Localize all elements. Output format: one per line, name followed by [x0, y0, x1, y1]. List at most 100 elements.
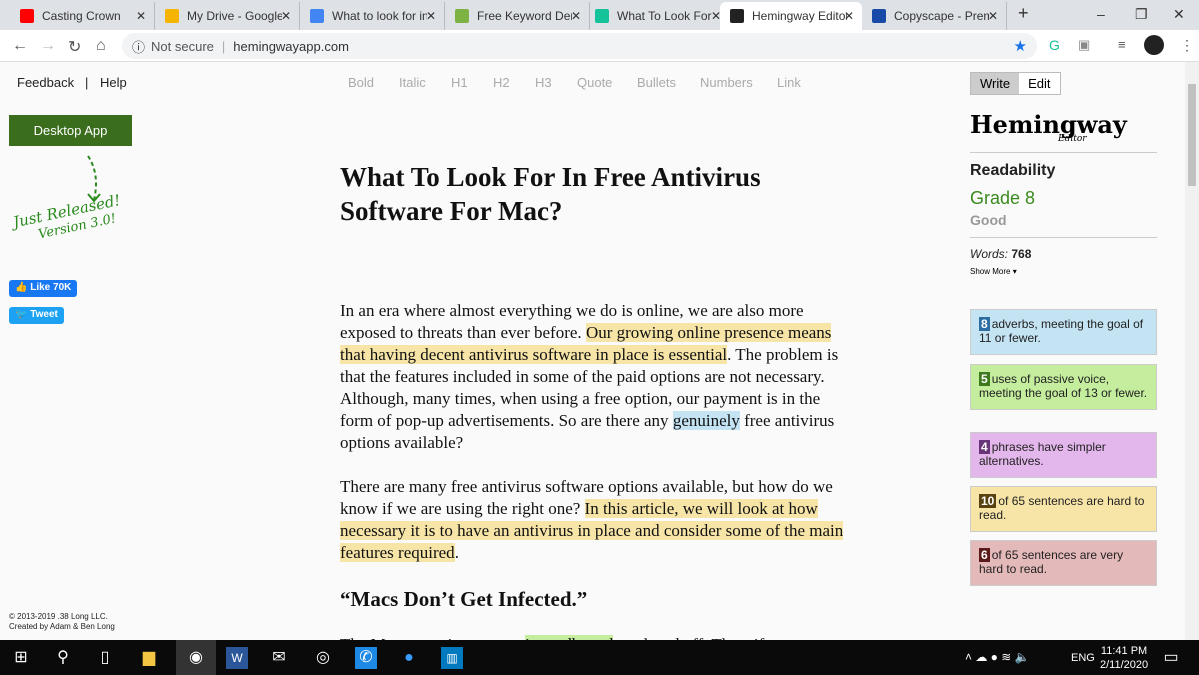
close-tab-icon[interactable]: ✕: [426, 9, 436, 23]
whatsapp-icon[interactable]: ✆: [355, 647, 377, 669]
maximize-button[interactable]: ❐: [1135, 6, 1148, 23]
tab-label: What to look for in: [332, 9, 427, 23]
format-quote-button[interactable]: Quote: [577, 75, 612, 90]
bookmark-star-icon[interactable]: ★: [1014, 37, 1027, 55]
help-link[interactable]: Help: [100, 75, 127, 90]
app-icon[interactable]: ◎: [312, 647, 334, 669]
security-label: Not secure: [151, 38, 214, 54]
taskbar: ⊞ ⚲ ▯ ▆ ◉ W ✉ ◎ ✆ ● ▥ ˄ ☁ ● ≋ 🔈 ENG 11:4…: [0, 640, 1199, 675]
stat-count: 8: [979, 317, 990, 331]
browser-tab[interactable]: What To Look For ✕: [585, 2, 730, 30]
menu-icon[interactable]: ⋮: [1180, 37, 1194, 54]
grade-value: Grade 8: [970, 188, 1036, 208]
stat-count: 5: [979, 372, 990, 386]
hemingway-icon: [730, 9, 744, 23]
messenger-icon[interactable]: ●: [398, 647, 420, 669]
readability-heading: Readability: [970, 162, 1056, 179]
forward-icon[interactable]: →: [40, 37, 56, 55]
close-tab-icon[interactable]: ✕: [281, 9, 291, 23]
search-icon[interactable]: ⚲: [52, 647, 74, 669]
task-view-icon[interactable]: ▯: [94, 647, 116, 669]
hemingway-page: Feedback | Help Bold Italic H1 H2 H3 Quote Bul…: [0, 62, 1185, 640]
file-explorer-icon[interactable]: ▆: [138, 647, 160, 669]
grade-label: Good: [970, 212, 1007, 228]
feedback-link[interactable]: Feedback: [17, 75, 74, 90]
release-note: Just Released! Version 3.0!: [11, 191, 122, 243]
words-label: Words:: [970, 247, 1009, 261]
format-link-button[interactable]: Link: [777, 75, 801, 90]
tab-label: Free Keyword Den: [477, 9, 572, 23]
stat-card: 6 of 65 sentences are very hard to read.: [970, 540, 1157, 586]
editor-area[interactable]: What To Look For In Free Antivirus Softw…: [340, 160, 855, 640]
info-icon: ⓘ: [132, 39, 146, 55]
mode-toggle: Write Edit: [970, 72, 1061, 95]
copyscape-icon: [872, 9, 886, 23]
scrollbar[interactable]: [1185, 62, 1199, 640]
minimize-button[interactable]: –: [1097, 6, 1105, 22]
media-icon[interactable]: ≡: [1118, 37, 1126, 52]
stat-count: 6: [979, 548, 990, 562]
close-tab-icon[interactable]: ✕: [844, 9, 854, 23]
stat-text: adverbs, meeting the goal of 11 or fewer…: [979, 317, 1144, 345]
stat-text: phrases have simpler alternatives.: [979, 440, 1106, 468]
home-icon[interactable]: ⌂: [96, 37, 106, 55]
stat-text: uses of passive voice, meeting the goal …: [979, 372, 1148, 400]
edit-mode-button[interactable]: Edit: [1019, 73, 1060, 94]
tab-label: Casting Crown: [42, 9, 121, 23]
tray-icons[interactable]: ˄ ☁ ● ≋ 🔈: [965, 650, 1030, 664]
keyword-icon: [455, 9, 469, 23]
chrome-icon[interactable]: ◉: [176, 640, 216, 675]
tab-label: What To Look For: [617, 9, 712, 23]
browser-tab[interactable]: Free Keyword Den ✕: [445, 2, 590, 30]
browser-tab[interactable]: Casting Crown ✕: [10, 2, 155, 30]
desktop-app-button[interactable]: Desktop App: [9, 115, 132, 146]
browser-tab[interactable]: Hemingway Editor ✕: [720, 2, 862, 30]
browser-tab[interactable]: My Drive - Google ✕: [155, 2, 300, 30]
reload-icon[interactable]: ↻: [68, 37, 81, 57]
tab-label: Hemingway Editor: [752, 9, 847, 23]
document-title: What To Look For In Free Antivirus Softw…: [340, 162, 761, 226]
format-bullets-button[interactable]: Bullets: [637, 75, 676, 90]
authors-link[interactable]: Adam & Ben Long: [50, 622, 115, 631]
format-italic-button[interactable]: Italic: [399, 75, 426, 90]
trello-icon[interactable]: ▥: [441, 647, 463, 669]
write-mode-button[interactable]: Write: [971, 73, 1020, 94]
close-tab-icon[interactable]: ✕: [571, 9, 581, 23]
browser-tab[interactable]: What to look for in ✕: [300, 2, 445, 30]
copyright: © 2013-2019 .38 Long LLC. Created by Adam…: [9, 612, 115, 631]
url-text: hemingwayapp.com: [233, 38, 349, 54]
stat-count: 10: [979, 494, 997, 508]
show-more-button[interactable]: Show More ▾: [970, 267, 1157, 276]
close-tab-icon[interactable]: ✕: [136, 9, 146, 23]
profile-avatar[interactable]: [1144, 35, 1164, 55]
adverb-highlight: genuinely: [672, 411, 740, 430]
tweet-button[interactable]: 🐦 Tweet: [9, 307, 64, 324]
format-h2-button[interactable]: H2: [493, 75, 510, 90]
windows-start-icon[interactable]: ⊞: [10, 647, 32, 669]
docs-icon: [310, 9, 324, 23]
format-h1-button[interactable]: H1: [451, 75, 468, 90]
format-h3-button[interactable]: H3: [535, 75, 552, 90]
browser-tab[interactable]: Copyscape - Prem ✕: [862, 2, 1007, 30]
grammarly-extension-icon[interactable]: G: [1049, 37, 1060, 53]
format-bold-button[interactable]: Bold: [348, 75, 374, 90]
back-icon[interactable]: ←: [12, 37, 28, 55]
stat-card: 4 phrases have simpler alternatives.: [970, 432, 1157, 478]
stat-count: 4: [979, 440, 990, 454]
word-icon[interactable]: W: [226, 647, 248, 669]
notifications-icon[interactable]: ▭: [1160, 647, 1182, 669]
format-numbers-button[interactable]: Numbers: [700, 75, 753, 90]
close-window-button[interactable]: ✕: [1173, 6, 1185, 23]
stat-card: 10 of 65 sentences are hard to read.: [970, 486, 1157, 532]
address-bar: ← → ↻ ⌂ ⓘ Not secure | hemingwayapp.com …: [0, 30, 1199, 62]
mail-icon[interactable]: ✉: [268, 647, 290, 669]
separator: |: [85, 75, 89, 90]
url-field[interactable]: ⓘ Not secure | hemingwayapp.com ★: [122, 33, 1037, 59]
facebook-like-button[interactable]: 👍 Like 70K: [9, 280, 78, 297]
new-tab-button[interactable]: +: [1018, 3, 1029, 24]
extension-icon[interactable]: ▣: [1078, 37, 1090, 53]
language-indicator[interactable]: ENG: [1071, 652, 1095, 664]
close-tab-icon[interactable]: ✕: [988, 9, 998, 23]
clock[interactable]: 11:41 PM 2/11/2020: [1100, 644, 1148, 672]
youtube-icon: [20, 9, 34, 23]
